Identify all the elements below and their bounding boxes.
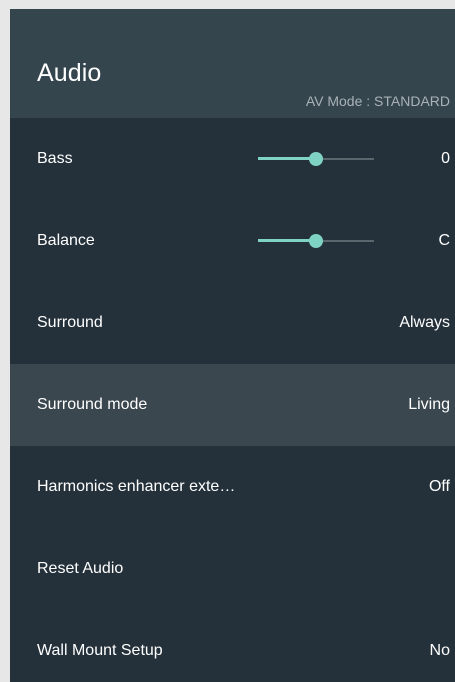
item-value: Off: [428, 478, 450, 495]
item-label: Bass: [37, 150, 73, 167]
audio-menu-list: Bass 0 Balance C Surround Always Surroun…: [10, 118, 455, 682]
menu-item-balance[interactable]: Balance C: [10, 200, 455, 282]
item-label: Surround: [37, 314, 103, 331]
slider-thumb[interactable]: [309, 234, 323, 248]
item-label: Wall Mount Setup: [37, 642, 163, 659]
menu-item-surround-mode[interactable]: Surround mode Living: [10, 364, 455, 446]
audio-settings-panel: Audio AV Mode : STANDARD Bass 0 Balance …: [10, 9, 455, 682]
menu-item-harmonics-enhancer[interactable]: Harmonics enhancer exte… Off: [10, 446, 455, 528]
menu-item-surround[interactable]: Surround Always: [10, 282, 455, 364]
item-label: Harmonics enhancer exte…: [37, 478, 236, 495]
item-label: Reset Audio: [37, 560, 124, 577]
slider-fill: [258, 157, 316, 160]
item-value: Always: [399, 314, 450, 331]
slider-thumb[interactable]: [309, 152, 323, 166]
bass-slider[interactable]: [258, 152, 374, 166]
av-mode-label: AV Mode : STANDARD: [305, 93, 450, 109]
item-label: Surround mode: [37, 396, 148, 413]
page-title: Audio: [37, 59, 102, 87]
menu-item-reset-audio[interactable]: Reset Audio: [10, 528, 455, 610]
item-value: Living: [408, 396, 450, 413]
item-value: 0: [441, 150, 450, 167]
item-label: Balance: [37, 232, 95, 249]
slider-fill: [258, 239, 316, 242]
item-value: C: [438, 232, 450, 249]
item-value: No: [429, 642, 450, 659]
panel-header: Audio AV Mode : STANDARD: [10, 9, 455, 118]
menu-item-wall-mount-setup[interactable]: Wall Mount Setup No: [10, 610, 455, 682]
menu-item-bass[interactable]: Bass 0: [10, 118, 455, 200]
balance-slider[interactable]: [258, 234, 374, 248]
